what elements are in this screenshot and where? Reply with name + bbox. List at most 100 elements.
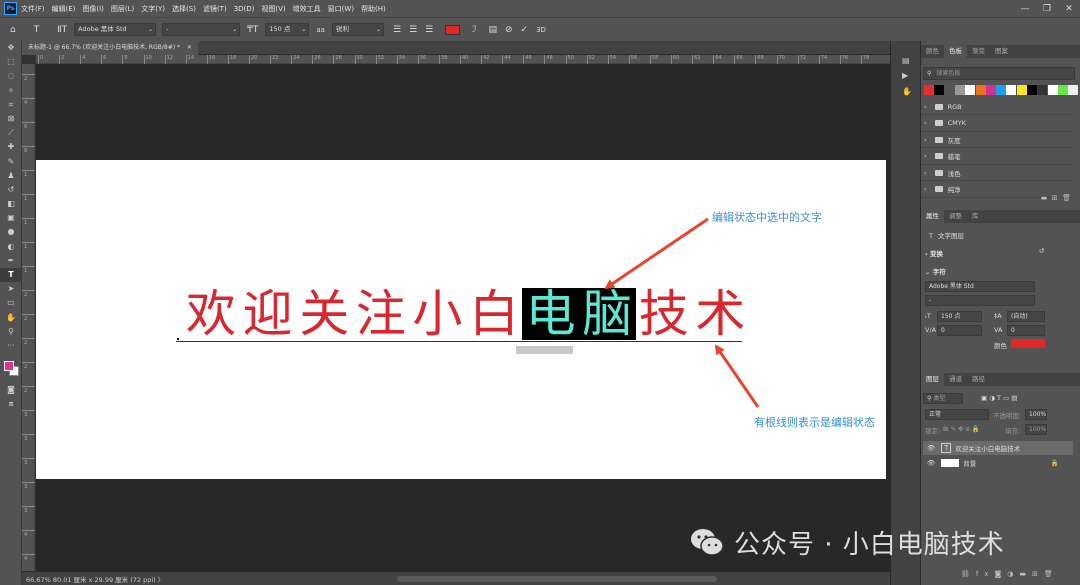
color-swatch[interactable] bbox=[996, 85, 1007, 95]
fill-field[interactable]: 100% bbox=[1025, 424, 1047, 435]
pen-tool-icon[interactable]: ✒ bbox=[0, 254, 22, 268]
new-swatch-icon[interactable]: ⊞ bbox=[1052, 194, 1058, 202]
foreground-color-swatch[interactable] bbox=[4, 361, 14, 372]
text-color-swatch[interactable] bbox=[445, 24, 461, 35]
color-swatch[interactable] bbox=[985, 85, 996, 95]
swatch-group-row[interactable]: › CMYK bbox=[921, 116, 1073, 132]
prop-leading-field[interactable]: (自动) bbox=[1007, 311, 1045, 322]
menu-3d[interactable]: 3D(D) bbox=[234, 5, 255, 13]
tab-gradients[interactable]: 渐变 bbox=[967, 45, 990, 58]
horizontal-ruler[interactable]: 0 2 4 6 8 10 12 14 16 18 20 22 24 26 28 30 32 34 36 38 40 42 4… bbox=[36, 55, 890, 64]
color-swatch[interactable] bbox=[965, 85, 976, 95]
tab-swatches[interactable]: 色板 bbox=[944, 45, 967, 58]
canvas-area[interactable]: 欢迎关注小白电脑技术 编辑状态中选中的文字 有根线则表示是编辑状态 bbox=[36, 64, 890, 571]
cancel-icon[interactable]: ⊘ bbox=[505, 25, 513, 35]
brush-tool-icon[interactable]: ✎ bbox=[0, 155, 22, 169]
color-swatch[interactable] bbox=[1016, 85, 1027, 95]
magic-wand-icon[interactable]: ✧ bbox=[0, 84, 22, 98]
history-brush-icon[interactable]: ↺ bbox=[0, 183, 22, 197]
tab-channels[interactable]: 通道 bbox=[944, 373, 967, 386]
menu-edit[interactable]: 编辑(E) bbox=[52, 4, 76, 14]
type-tool-icon[interactable]: T bbox=[0, 268, 22, 283]
actions-panel-icon[interactable]: ▶ bbox=[902, 71, 908, 80]
group-icon[interactable]: ▬ bbox=[1019, 570, 1032, 578]
chevron-right-icon[interactable]: › bbox=[924, 103, 927, 111]
chevron-right-icon[interactable]: › bbox=[924, 136, 927, 144]
menu-window[interactable]: 窗口(W) bbox=[328, 4, 354, 14]
swatch-search-input[interactable]: ⚲ 搜索色板 bbox=[923, 67, 1075, 80]
gradient-tool-icon[interactable]: ▣ bbox=[0, 211, 22, 225]
new-layer-icon[interactable]: ⊞ bbox=[1032, 570, 1044, 578]
delete-swatch-icon[interactable]: 🗑 bbox=[1062, 194, 1071, 202]
zoom-tool-icon[interactable]: ⚲ bbox=[0, 325, 22, 339]
tab-paths[interactable]: 路径 bbox=[967, 373, 990, 386]
tab-libraries[interactable]: 库 bbox=[967, 210, 984, 223]
tab-adjustments[interactable]: 调整 bbox=[944, 210, 967, 223]
link-icon[interactable]: ⛓ bbox=[961, 570, 976, 578]
tab-color[interactable]: 颜色 bbox=[921, 45, 944, 58]
blend-mode-select[interactable]: 正常 bbox=[925, 409, 989, 420]
layer-row-background[interactable]: 👁 背景 🔒 bbox=[923, 456, 1073, 470]
tab-properties[interactable]: 属性 bbox=[921, 210, 944, 223]
color-swatch[interactable] bbox=[1027, 85, 1037, 95]
opacity-field[interactable]: 100% bbox=[1025, 409, 1047, 420]
menu-type[interactable]: 文字(Y) bbox=[141, 4, 165, 14]
more-tools-icon[interactable]: ··· bbox=[0, 339, 22, 353]
status-text[interactable]: 66.67% 80.01 厘米 x 29.99 厘米 (72 ppi) 〉 bbox=[26, 574, 164, 584]
lasso-tool-icon[interactable]: ◌ bbox=[0, 69, 22, 83]
tab-patterns[interactable]: 图案 bbox=[990, 45, 1013, 58]
transform-section[interactable]: › 变换 bbox=[925, 248, 943, 258]
align-right-icon[interactable]: ☰ bbox=[425, 25, 433, 35]
tab-layers[interactable]: 图层 bbox=[921, 373, 944, 386]
warp-text-icon[interactable]: ℐ bbox=[472, 25, 476, 35]
horizontal-scrollbar[interactable] bbox=[397, 576, 717, 582]
layer-filter-input[interactable]: ⚲ 类型 bbox=[923, 393, 963, 404]
menu-help[interactable]: 帮助(H) bbox=[361, 4, 386, 14]
color-swatch[interactable] bbox=[975, 85, 986, 95]
glyph-panel-icon[interactable]: ✋ bbox=[902, 87, 912, 96]
shape-tool-icon[interactable]: ▭ bbox=[0, 296, 22, 310]
restore-icon[interactable]: ❐ bbox=[1036, 4, 1058, 14]
character-panel-icon[interactable]: ▤ bbox=[488, 25, 497, 35]
minimize-icon[interactable]: — bbox=[1014, 4, 1036, 14]
vertical-ruler[interactable]: 2 4 6 8 1 1 1 1 1 2 2 2 2 2 3 3 3 3 3 4 4 bbox=[22, 64, 35, 571]
menu-select[interactable]: 选择(S) bbox=[172, 4, 196, 14]
chevron-right-icon[interactable]: › bbox=[924, 152, 927, 160]
layer-row-text[interactable]: 👁 T 欢迎关注小白电脑技术 bbox=[923, 441, 1073, 455]
swatch-group-row[interactable]: › 浅色 bbox=[921, 165, 1073, 181]
menu-file[interactable]: 文件(F) bbox=[21, 4, 45, 14]
align-left-icon[interactable]: ☰ bbox=[393, 25, 401, 35]
character-section[interactable]: ⌄ 字符 bbox=[925, 266, 946, 276]
screen-mode-icon[interactable]: ⧈ bbox=[0, 397, 22, 411]
quick-mask-icon[interactable]: ◙ bbox=[0, 383, 22, 397]
swatch-group-row[interactable]: › 灰度 bbox=[921, 132, 1073, 148]
color-swatch[interactable] bbox=[1037, 85, 1048, 95]
swatch-group-row[interactable]: › RGB bbox=[921, 99, 1073, 115]
antialias-select[interactable]: 锐利 ⌄ bbox=[331, 23, 384, 36]
crop-tool-icon[interactable]: ⌗ bbox=[0, 98, 22, 112]
close-tab-icon[interactable]: ✕ bbox=[187, 44, 192, 51]
font-style-select[interactable]: - ⌄ bbox=[162, 23, 241, 36]
reset-icon[interactable]: ↺ bbox=[1039, 247, 1044, 255]
prop-font-style-select[interactable]: - bbox=[925, 295, 1035, 306]
history-panel-icon[interactable]: ▤ bbox=[902, 56, 910, 65]
layer-filter-icons[interactable]: ▣ ◑ T ▭ ▤ bbox=[981, 394, 1017, 402]
menu-plugins[interactable]: 增效工具 bbox=[293, 4, 321, 14]
healing-brush-icon[interactable]: ✚ bbox=[0, 140, 22, 154]
chevron-right-icon[interactable]: › bbox=[924, 169, 927, 177]
move-tool-icon[interactable]: ✥ bbox=[0, 41, 22, 55]
prop-font-family-select[interactable]: Adobe 黑体 Std bbox=[925, 281, 1035, 292]
font-family-select[interactable]: Adobe 黑体 Std ⌄ bbox=[74, 23, 157, 36]
adjustment-icon[interactable]: ◑ bbox=[1007, 570, 1019, 578]
swatch-group-row[interactable]: › 蜡笔 bbox=[921, 149, 1073, 165]
font-size-select[interactable]: 150 点 ⌄ bbox=[265, 23, 310, 36]
blur-tool-icon[interactable]: ● bbox=[0, 225, 22, 239]
lock-icons[interactable]: ⊠ ✎ ✥ ⧈ 🔒 bbox=[943, 425, 980, 434]
color-swatch[interactable] bbox=[1057, 85, 1068, 95]
color-swatch[interactable] bbox=[1047, 85, 1058, 95]
chevron-right-icon[interactable]: › bbox=[924, 185, 927, 193]
close-icon[interactable]: ✕ bbox=[1058, 4, 1080, 14]
color-swatch[interactable] bbox=[934, 85, 945, 95]
menu-filter[interactable]: 滤镜(T) bbox=[203, 4, 227, 14]
align-center-icon[interactable]: ☰ bbox=[409, 25, 417, 35]
